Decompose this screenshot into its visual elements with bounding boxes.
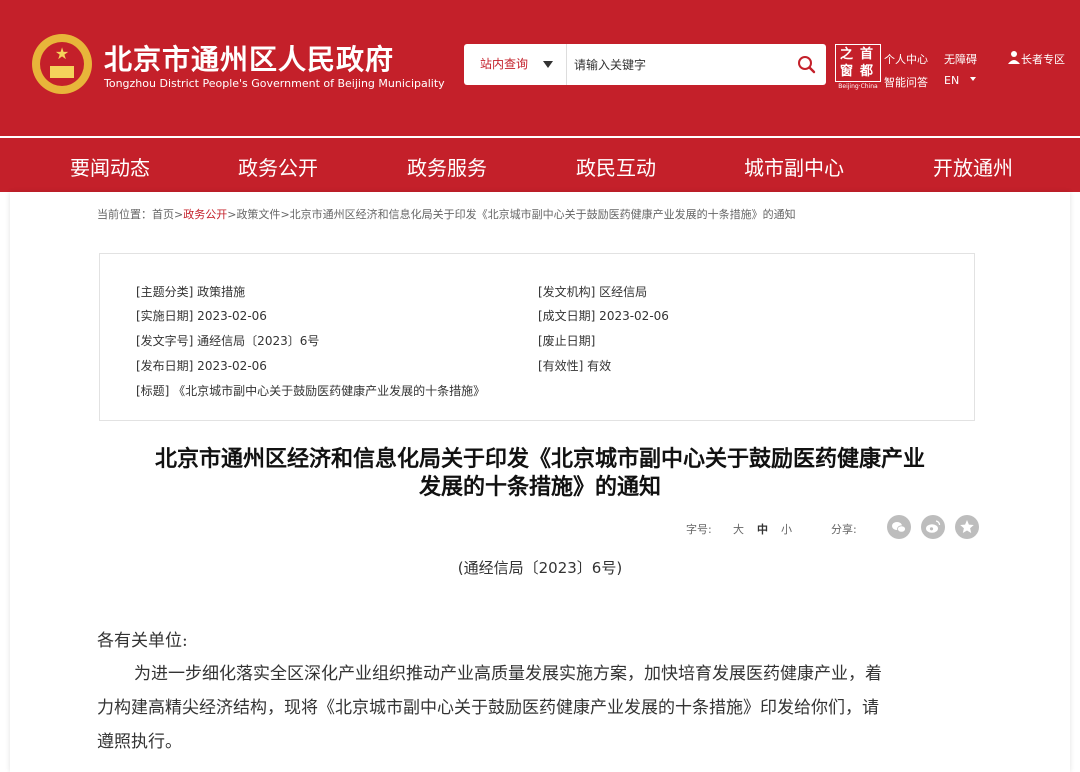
weibo-icon bbox=[926, 520, 941, 533]
personal-center-link[interactable]: 个人中心 bbox=[884, 51, 928, 67]
language-switch[interactable]: EN bbox=[944, 74, 959, 87]
nav-item-gov-affairs[interactable]: 政务公开 bbox=[238, 152, 318, 181]
font-size-label: 字号: bbox=[686, 523, 712, 536]
meta-written-date: [成文日期] 2023-02-06 bbox=[538, 309, 669, 323]
article-title: 北京市通州区经济和信息化局关于印发《北京城市副中心关于鼓励医药健康产业 发展的十… bbox=[154, 447, 925, 500]
breadcrumb-gov-affairs[interactable]: 政务公开 bbox=[183, 208, 227, 221]
body-paragraph-line1: 为进一步细化落实全区深化产业组织推动产业高质量发展实施方案，加快培育发展医药健康… bbox=[134, 664, 882, 684]
meta-issuer: [发文机构] 区经信局 bbox=[538, 285, 648, 299]
meta-topic: [主题分类] 政策措施 bbox=[136, 285, 246, 299]
chevron-down-icon bbox=[543, 61, 553, 68]
nav-item-news[interactable]: 要闻动态 bbox=[70, 152, 150, 181]
site-header: ★ 北京市通州区人民政府 Tongzhou District People's … bbox=[0, 0, 1080, 136]
star-icon bbox=[960, 520, 974, 533]
capital-window-logo[interactable]: 之 首 窗 都 Beijing·China bbox=[835, 44, 881, 90]
search-icon bbox=[798, 56, 816, 74]
wechat-icon bbox=[892, 522, 906, 533]
breadcrumb-current: 北京市通州区经济和信息化局关于印发《北京城市副中心关于鼓励医药健康产业发展的十条… bbox=[289, 208, 796, 221]
elderly-zone-link[interactable]: 长者专区 bbox=[1021, 51, 1065, 67]
smart-qa-link[interactable]: 智能问答 bbox=[884, 74, 928, 90]
font-size-medium-button[interactable]: 中 bbox=[757, 521, 768, 537]
meta-doc-number: [发文字号] 通经信局〔2023〕6号 bbox=[136, 334, 320, 348]
breadcrumb: 当前位置：首页>政务公开>政策文件>北京市通州区经济和信息化局关于印发《北京城市… bbox=[97, 208, 796, 221]
meta-publish-date: [发布日期] 2023-02-06 bbox=[136, 359, 267, 373]
nav-item-interaction[interactable]: 政民互动 bbox=[576, 152, 656, 181]
national-emblem-icon: ★ bbox=[32, 34, 92, 94]
weibo-share-button[interactable] bbox=[921, 515, 945, 539]
nav-item-gov-service[interactable]: 政务服务 bbox=[407, 152, 487, 181]
body-paragraph-line3: 遵照执行。 bbox=[97, 732, 182, 752]
meta-title: [标题] 《北京城市副中心关于鼓励医药健康产业发展的十条措施》 bbox=[136, 384, 486, 398]
nav-item-open-tongzhou[interactable]: 开放通州 bbox=[933, 152, 1013, 181]
favorite-share-button[interactable] bbox=[955, 515, 979, 539]
font-size-small-button[interactable]: 小 bbox=[781, 521, 792, 537]
breadcrumb-home[interactable]: 首页 bbox=[152, 208, 174, 221]
accessibility-link[interactable]: 无障碍 bbox=[944, 51, 977, 67]
document-number: (通经信局〔2023〕6号) bbox=[457, 559, 623, 577]
search-scope-label: 站内查询 bbox=[480, 57, 529, 71]
meta-repeal-date: [废止日期] bbox=[538, 334, 596, 348]
search-input[interactable] bbox=[572, 52, 786, 78]
site-title[interactable]: 北京市通州区人民政府 bbox=[104, 38, 394, 78]
site-subtitle: Tongzhou District People's Government of… bbox=[104, 77, 445, 90]
salutation: 各有关单位: bbox=[97, 631, 188, 651]
person-icon bbox=[1008, 51, 1020, 64]
meta-validity: [有效性] 有效 bbox=[538, 359, 612, 373]
meta-effective-date: [实施日期] 2023-02-06 bbox=[136, 309, 267, 323]
chevron-down-icon bbox=[970, 77, 976, 81]
font-size-large-button[interactable]: 大 bbox=[733, 521, 744, 537]
share-label: 分享: bbox=[831, 523, 857, 536]
breadcrumb-policy-docs[interactable]: 政策文件 bbox=[236, 208, 280, 221]
nav-item-sub-center[interactable]: 城市副中心 bbox=[744, 152, 844, 181]
main-nav: 要闻动态 政务公开 政务服务 政民互动 城市副中心 开放通州 bbox=[0, 138, 1080, 192]
wechat-share-button[interactable] bbox=[887, 515, 911, 539]
body-paragraph-line2: 力构建高精尖经济结构，现将《北京城市副中心关于鼓励医药健康产业发展的十条措施》印… bbox=[97, 698, 879, 718]
search-button[interactable] bbox=[794, 52, 820, 78]
search-scope-select[interactable]: 站内查询 bbox=[464, 44, 567, 85]
search-bar: 站内查询 bbox=[464, 44, 826, 85]
